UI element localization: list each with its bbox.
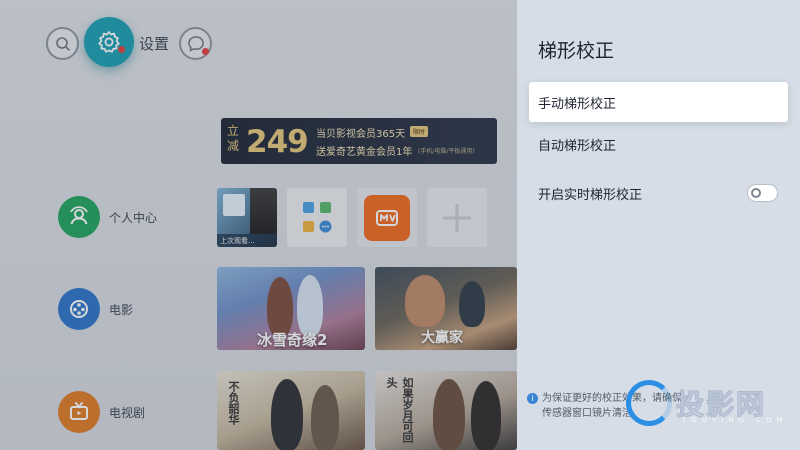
- plus-icon: [443, 203, 471, 232]
- film-reel-icon: [58, 288, 100, 330]
- nav-item-personal-center[interactable]: 个人中心: [58, 196, 157, 238]
- option-auto-keystone[interactable]: 自动梯形校正: [529, 124, 788, 164]
- poster-figure: [271, 379, 303, 450]
- recent-caption: 上次观看...: [217, 234, 277, 247]
- option-manual-keystone[interactable]: 手动梯形校正: [529, 82, 788, 122]
- message-dot: [202, 48, 209, 55]
- poster-title-drama-2: 如果岁月可回头: [385, 377, 414, 443]
- recent-thumbnail: [223, 194, 245, 216]
- nav-label-tv-series: 电视剧: [109, 405, 146, 420]
- realtime-keystone-toggle[interactable]: [747, 184, 778, 202]
- tv-icon: [58, 391, 100, 433]
- search-icon: [55, 36, 70, 51]
- apps-grid-icon: [303, 202, 332, 233]
- promo-banner[interactable]: 立减 249 当贝影视会员365天 限时 送爱奇艺黄金会员1年 (手机/电脑/平…: [221, 118, 497, 164]
- all-apps-tile[interactable]: [287, 188, 347, 247]
- poster-figure: [433, 379, 465, 450]
- poster-figure: [267, 277, 293, 337]
- banner-prefix: 立减: [227, 124, 240, 153]
- option-label: 自动梯形校正: [538, 138, 617, 154]
- poster-figure: [405, 275, 445, 327]
- poster-frozen-2[interactable]: 冰雪奇缘2: [217, 267, 365, 350]
- nav-item-movies[interactable]: 电影: [58, 288, 133, 330]
- poster-title-frozen: 冰雪奇缘2: [257, 331, 328, 349]
- mango-tv-tile[interactable]: [357, 188, 417, 247]
- nav-item-tv-series[interactable]: 电视剧: [58, 391, 145, 433]
- mango-tv-icon: [364, 194, 410, 241]
- banner-tag: 限时: [410, 126, 429, 137]
- option-label: 手动梯形校正: [538, 96, 617, 112]
- panel-title: 梯形校正: [538, 40, 615, 62]
- recent-thumbnail-dark: [250, 188, 277, 234]
- search-button[interactable]: [46, 27, 79, 60]
- poster-title-winner: 大赢家: [421, 330, 463, 346]
- message-button[interactable]: [179, 27, 212, 60]
- info-icon: i: [527, 393, 538, 404]
- banner-amount: 249: [246, 124, 309, 160]
- toggle-knob: [751, 188, 761, 198]
- add-app-tile[interactable]: [427, 188, 487, 247]
- poster-drama-2[interactable]: 如果岁月可回头: [375, 371, 517, 450]
- nav-label-personal-center: 个人中心: [109, 210, 158, 225]
- watermark-domain: TOUYING.COM: [682, 416, 788, 424]
- banner-line2: 送爱奇艺黄金会员1年: [316, 147, 413, 158]
- poster-title-drama-1: 不负韶华: [227, 381, 240, 425]
- banner-line1: 当贝影视会员365天: [316, 129, 406, 140]
- banner-line2-note: (手机/电脑/平板通用): [418, 148, 475, 155]
- option-label: 开启实时梯形校正: [538, 187, 643, 203]
- poster-figure: [459, 281, 485, 327]
- notification-dot: [118, 46, 125, 53]
- poster-figure: [297, 275, 323, 337]
- watermark: 投影网 TOUYING.COM: [626, 380, 783, 426]
- nav-label-movies: 电影: [109, 302, 134, 317]
- poster-figure: [311, 385, 339, 450]
- poster-figure: [471, 381, 501, 450]
- recent-watch-tile[interactable]: 上次观看...: [217, 188, 277, 247]
- person-icon: [58, 196, 100, 238]
- settings-button[interactable]: [84, 17, 134, 67]
- settings-label: 设置: [139, 35, 170, 53]
- poster-drama-1[interactable]: 不负韶华: [217, 371, 365, 450]
- watermark-ring-icon: [626, 380, 672, 426]
- poster-big-winner[interactable]: 大赢家: [375, 267, 517, 350]
